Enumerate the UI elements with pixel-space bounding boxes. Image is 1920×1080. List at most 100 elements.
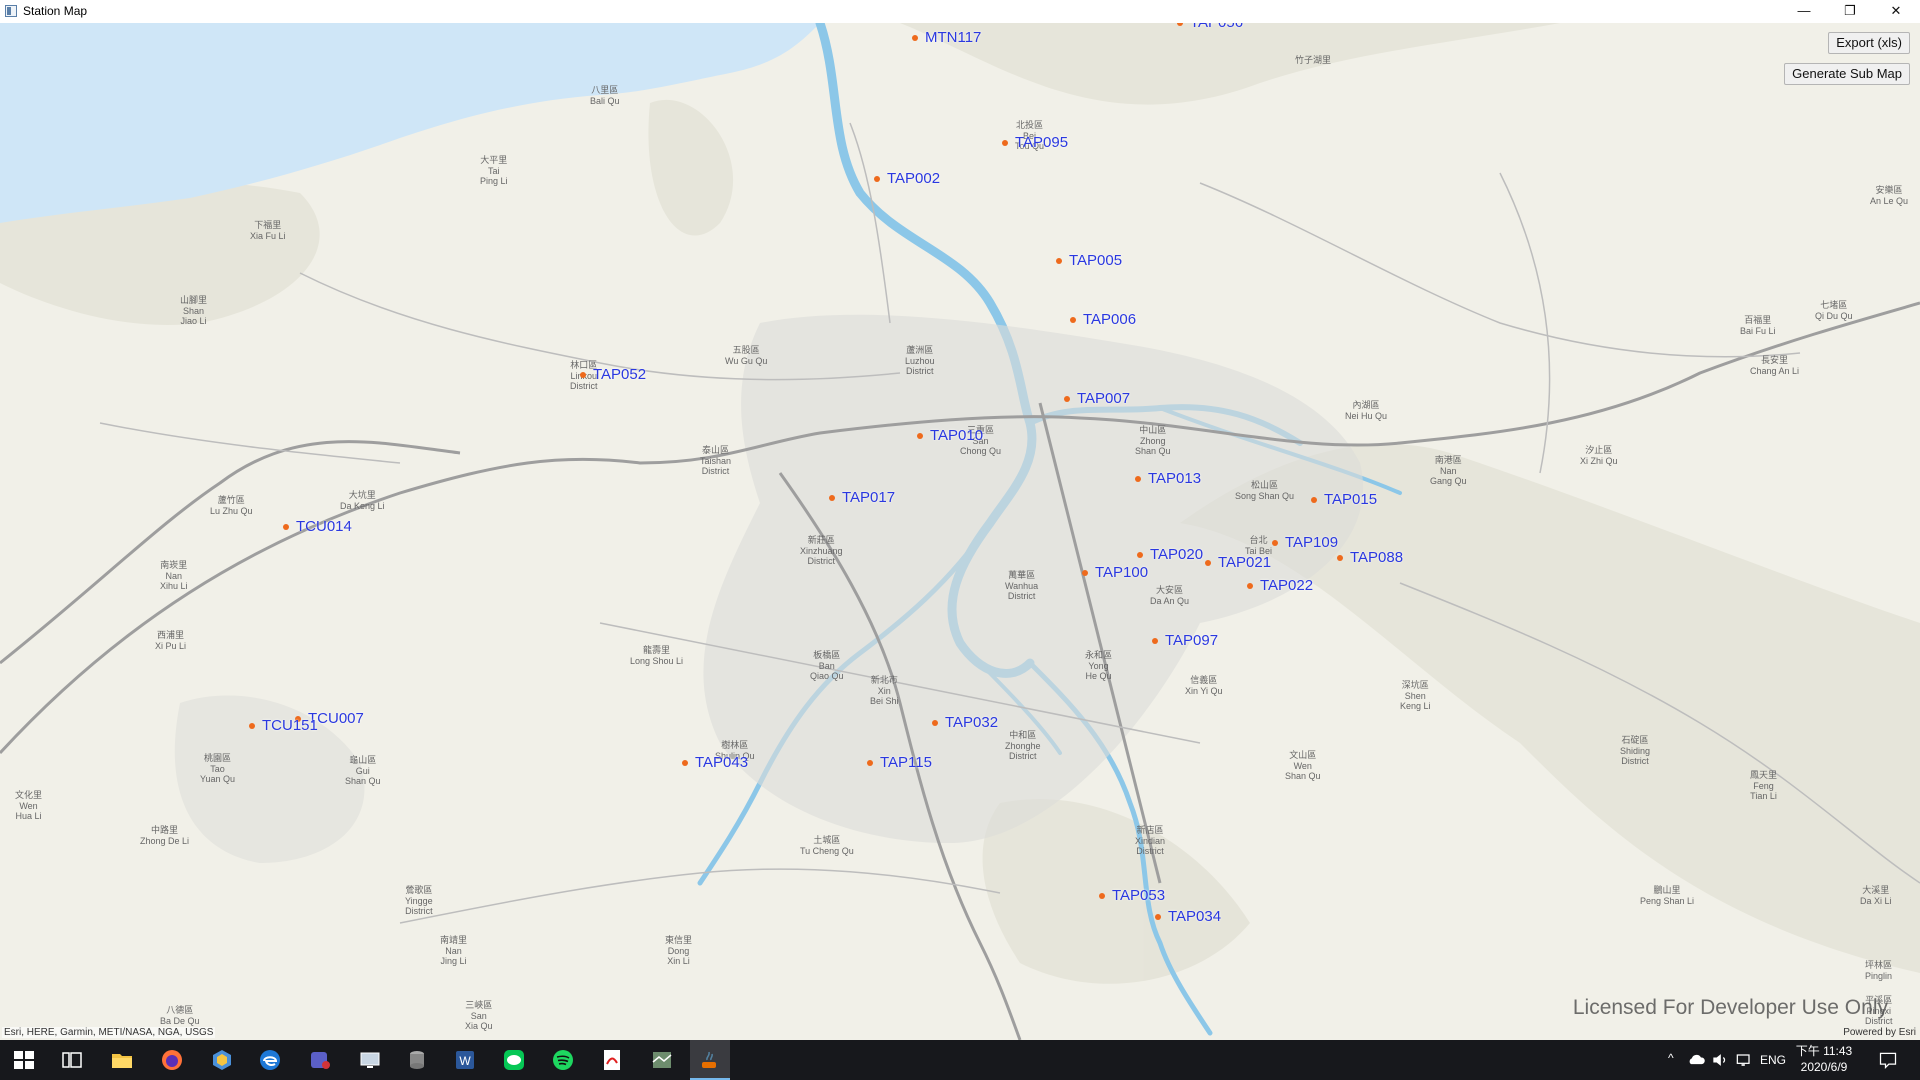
station-label[interactable]: TAP022 <box>1260 577 1313 594</box>
place-label: 長安里 Chang An Li <box>1750 355 1800 376</box>
station-label[interactable]: TAP053 <box>1112 887 1165 904</box>
taskbar-clock[interactable]: 下午 11:43 2020/6/9 <box>1788 1043 1860 1075</box>
place-label: 信義區 Xin Yi Qu <box>1185 675 1223 696</box>
station-label[interactable]: TAP115 <box>880 754 932 771</box>
place-label: 板橋區 Ban Qiao Qu <box>810 650 844 681</box>
place-label: 石碇區 Shiding District <box>1620 735 1651 766</box>
place-label: 台北 Tai Bei <box>1245 535 1273 556</box>
station-dot <box>867 760 873 766</box>
station-label[interactable]: TAP010 <box>930 427 983 444</box>
station-label[interactable]: TAP095 <box>1015 134 1068 151</box>
place-label: 下福里 Xia Fu Li <box>250 220 286 241</box>
station-label[interactable]: TAP097 <box>1165 632 1218 649</box>
place-label: 泰山區 Taishan District <box>700 445 732 476</box>
input-language[interactable]: ENG <box>1760 1053 1786 1067</box>
station-label[interactable]: TAP015 <box>1324 491 1377 508</box>
restore-button[interactable]: ❐ <box>1827 0 1873 23</box>
line-icon[interactable] <box>502 1048 526 1072</box>
export-xls-button[interactable]: Export (xls) <box>1828 32 1910 54</box>
station-label[interactable]: TAP013 <box>1148 470 1201 487</box>
station-dot <box>1155 914 1161 920</box>
station-label[interactable]: MTN117 <box>925 29 981 46</box>
onedrive-cloud-icon[interactable] <box>1686 1050 1706 1070</box>
place-label: 大安區 Da An Qu <box>1150 585 1190 606</box>
station-label[interactable]: TAP006 <box>1083 311 1136 328</box>
tray-overflow-caret[interactable]: ^ <box>1668 1051 1674 1065</box>
place-label: 南靖里 Nan Jing Li <box>440 935 468 966</box>
station-label[interactable]: TCU151 <box>262 717 318 734</box>
station-label[interactable]: TAP017 <box>842 489 895 506</box>
station-label[interactable]: TAP109 <box>1285 534 1338 551</box>
place-label: 八德區 Ba De Qu <box>160 1005 200 1026</box>
minimize-button[interactable]: — <box>1781 0 1827 23</box>
acrobat-icon[interactable] <box>600 1048 624 1072</box>
station-label[interactable]: TAP034 <box>1168 908 1221 925</box>
close-button[interactable]: ✕ <box>1873 0 1919 23</box>
place-label: 新店區 Xindian District <box>1135 825 1166 856</box>
teams-icon[interactable] <box>308 1048 332 1072</box>
station-label[interactable]: TCU014 <box>296 518 352 535</box>
place-label: 三峽區 San Xia Qu <box>465 1000 493 1031</box>
station-label[interactable]: TAP020 <box>1150 546 1203 563</box>
firefox-icon[interactable] <box>160 1048 184 1072</box>
place-label: 桃園區 Tao Yuan Qu <box>200 753 236 784</box>
notification-center-icon[interactable] <box>1878 1050 1898 1070</box>
basemap <box>0 23 1920 1040</box>
station-label[interactable]: TAP007 <box>1077 390 1130 407</box>
place-label: 土城區 Tu Cheng Qu <box>800 835 854 856</box>
remote-desktop-icon[interactable] <box>358 1048 382 1072</box>
station-label[interactable]: TAP056 <box>1190 23 1243 31</box>
license-watermark: Licensed For Developer Use Only <box>1572 996 1888 1019</box>
station-dot <box>1337 555 1343 561</box>
powered-by-esri: Powered by Esri <box>1843 1027 1916 1038</box>
svg-text:W: W <box>459 1054 471 1068</box>
place-label: 竹子湖里 <box>1295 55 1332 65</box>
word-icon[interactable]: W <box>453 1048 477 1072</box>
network-icon[interactable] <box>1734 1050 1754 1070</box>
place-label: 新北市 Xin Bei Shi <box>870 675 899 706</box>
station-dot <box>1205 560 1211 566</box>
place-label: 萬華區 Wanhua District <box>1005 570 1039 601</box>
place-label: 中路里 Zhong De Li <box>140 825 190 846</box>
database-icon[interactable] <box>405 1048 429 1072</box>
map-view[interactable]: 八里區 Bali Qu 大平里 Tai Ping Li 下福里 Xia Fu L… <box>0 23 1920 1040</box>
map-app-icon[interactable] <box>650 1048 674 1072</box>
place-label: 東信里 Dong Xin Li <box>665 935 693 966</box>
window-title: Station Map <box>23 4 88 18</box>
place-label: 大平里 Tai Ping Li <box>480 155 508 186</box>
volume-icon[interactable] <box>1710 1050 1730 1070</box>
place-label: 南崁里 Nan Xihu Li <box>160 560 188 591</box>
java-app-icon[interactable] <box>698 1048 722 1072</box>
spotify-icon[interactable] <box>551 1048 575 1072</box>
generate-sub-map-button[interactable]: Generate Sub Map <box>1784 63 1910 85</box>
title-bar[interactable]: Station Map — ❐ ✕ <box>0 0 1920 24</box>
station-dot <box>1311 497 1317 503</box>
map-attribution: Esri, HERE, Garmin, METI/NASA, NGA, USGS <box>2 1027 216 1038</box>
station-label[interactable]: TAP088 <box>1350 549 1403 566</box>
station-label[interactable]: TAP100 <box>1095 564 1148 581</box>
windows-start-icon[interactable] <box>12 1048 36 1072</box>
station-dot <box>580 372 586 378</box>
place-label: 七堵區 Qi Du Qu <box>1815 300 1853 321</box>
file-explorer-icon[interactable] <box>110 1048 134 1072</box>
task-view-icon[interactable] <box>60 1048 84 1072</box>
station-label[interactable]: TAP032 <box>945 714 998 731</box>
station-dot <box>1137 552 1143 558</box>
station-label[interactable]: TAP052 <box>593 366 646 383</box>
place-label: 五股區 Wu Gu Qu <box>725 345 768 366</box>
station-label[interactable]: TAP021 <box>1218 554 1271 571</box>
place-label: 山腳里 Shan Jiao Li <box>180 295 208 326</box>
place-label: 文山區 Wen Shan Qu <box>1285 750 1321 781</box>
station-label[interactable]: TAP005 <box>1069 252 1122 269</box>
station-dot <box>283 524 289 530</box>
station-label[interactable]: TAP002 <box>887 170 940 187</box>
station-label[interactable]: TAP043 <box>695 754 748 771</box>
station-dot <box>912 35 918 41</box>
place-label: 中和區 Zhonghe District <box>1005 730 1041 761</box>
place-label: 龍壽里 Long Shou Li <box>630 645 684 666</box>
edge-icon[interactable] <box>258 1048 282 1072</box>
app-icon <box>5 5 17 17</box>
place-label: 永和區 Yong He Qu <box>1085 650 1113 681</box>
shield-app-icon[interactable] <box>210 1048 234 1072</box>
station-dot <box>1247 583 1253 589</box>
